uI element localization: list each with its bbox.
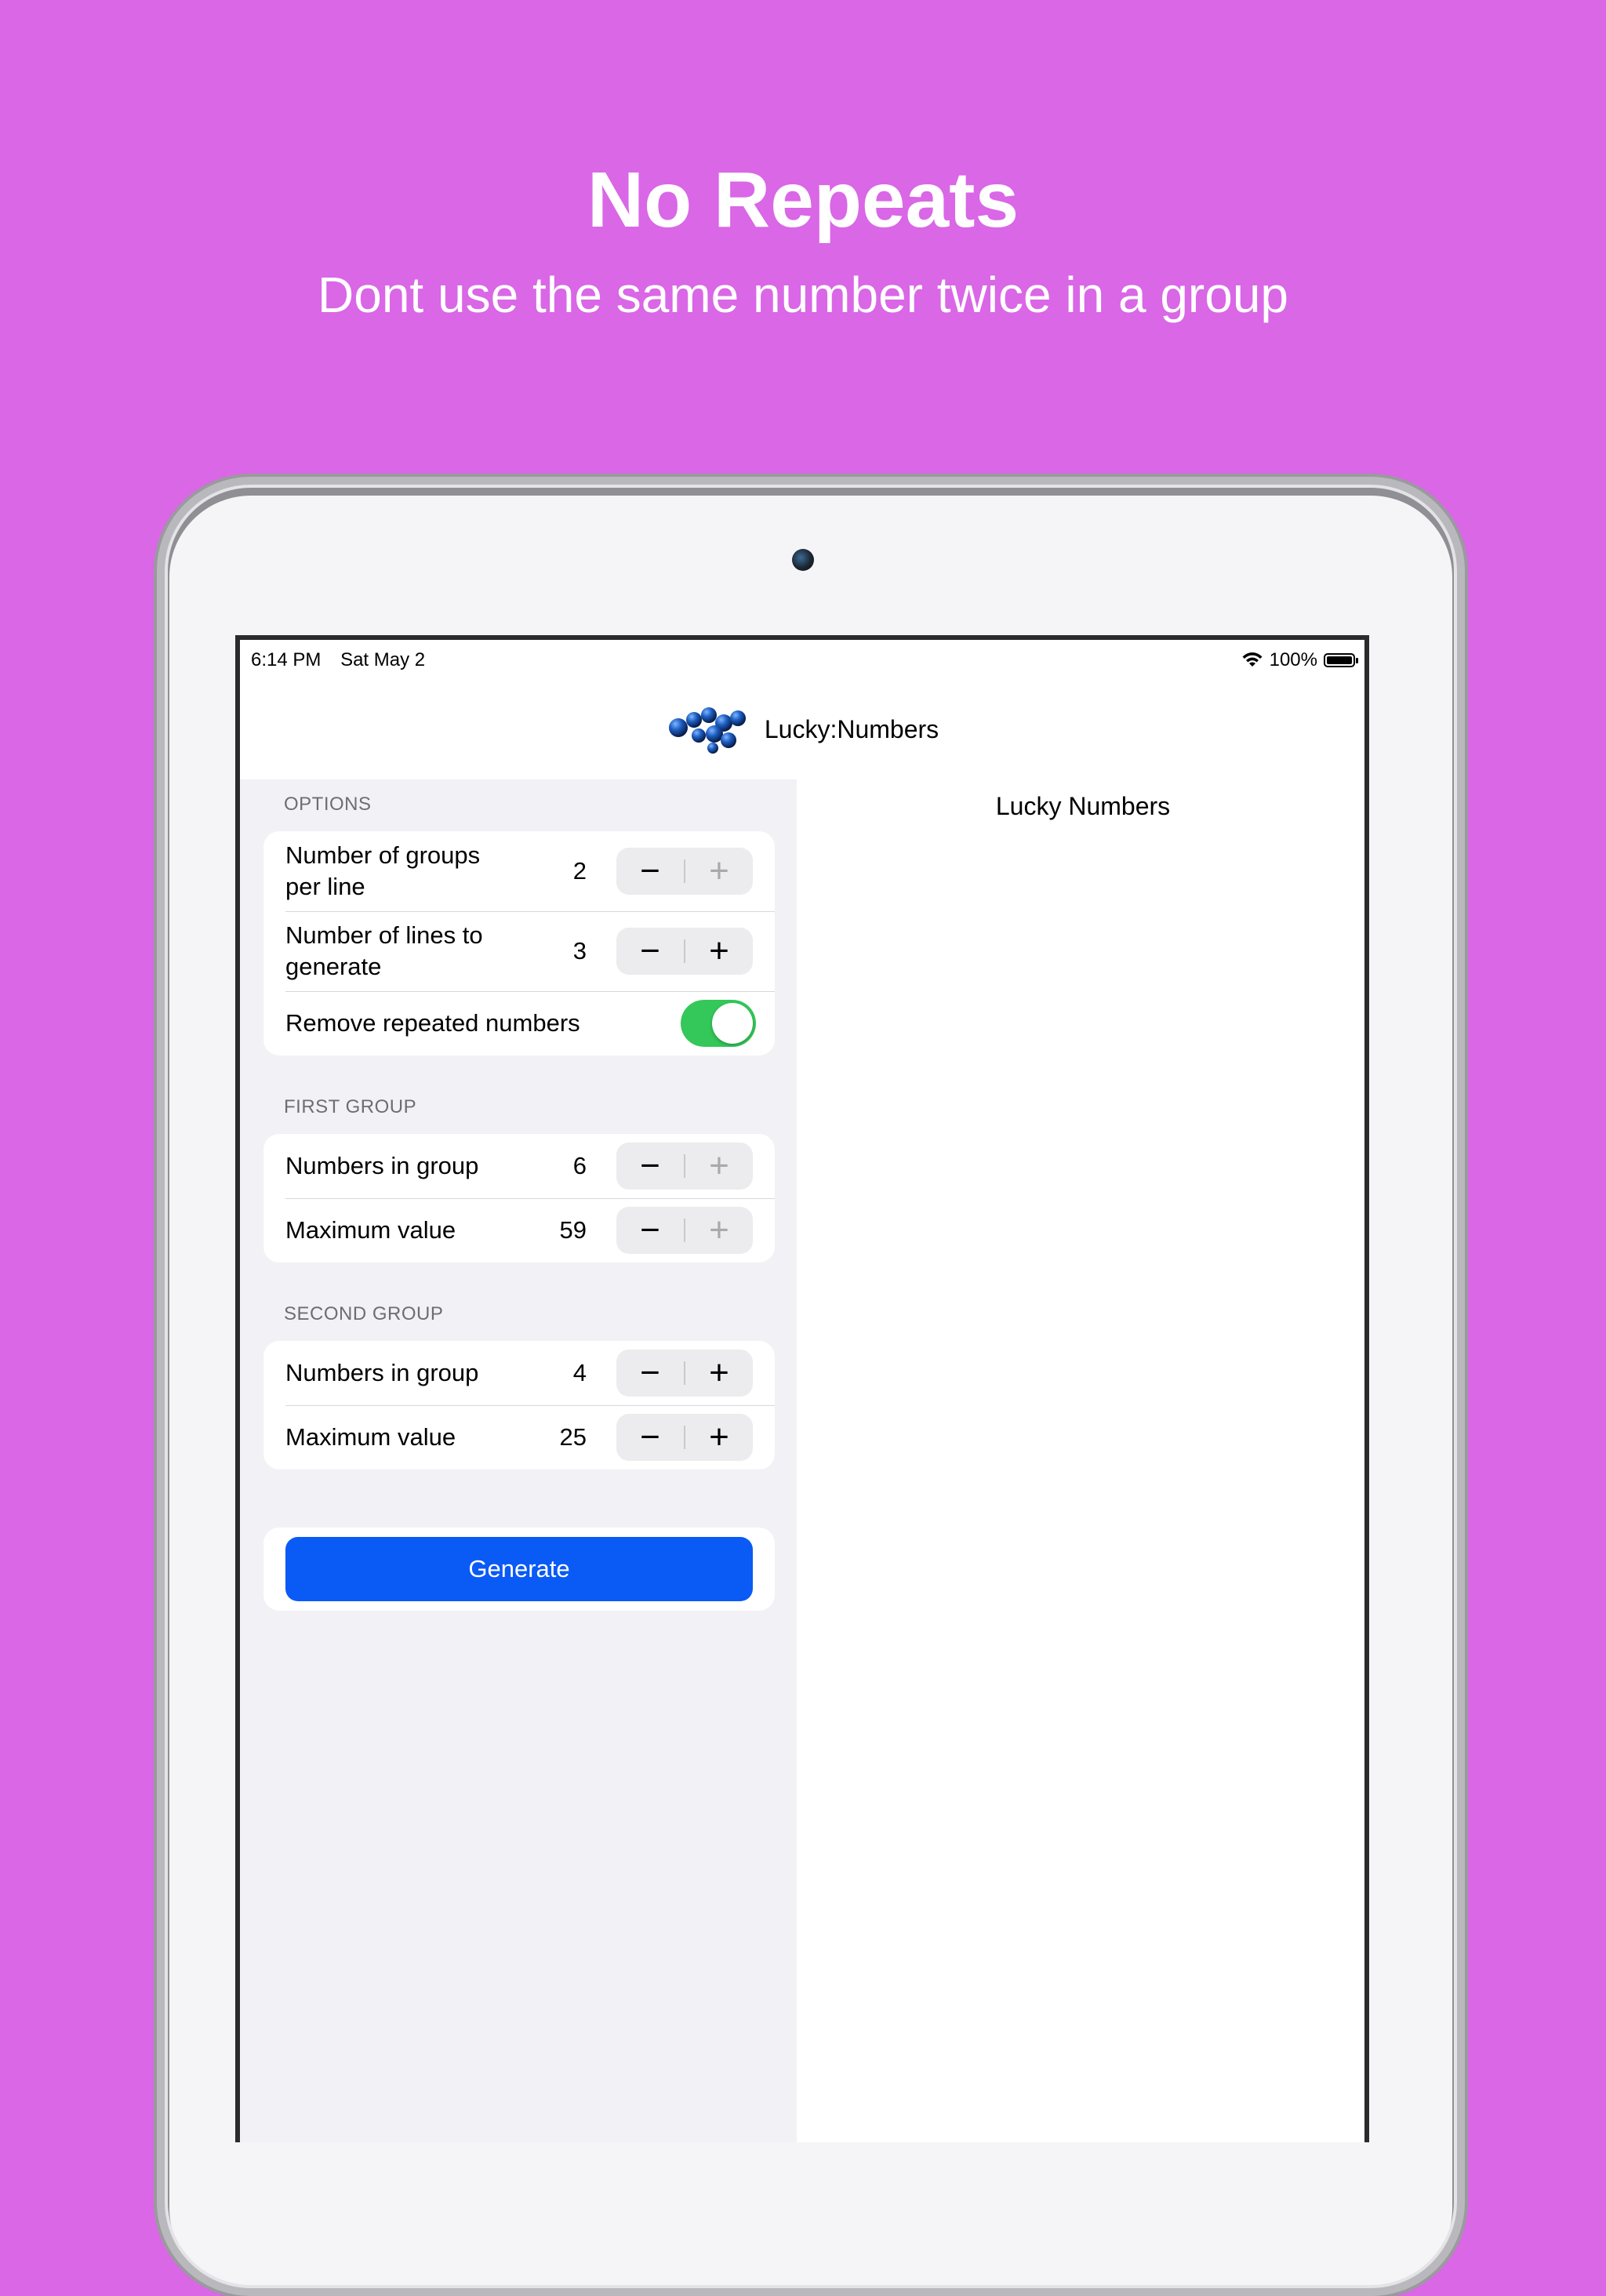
first-numbers-in-group-value: 6 [572, 1152, 587, 1179]
increment-button[interactable]: + [685, 1350, 753, 1397]
first-maximum-value-stepper[interactable]: − + [616, 1207, 753, 1254]
second-numbers-in-group-label: Numbers in group [285, 1359, 479, 1386]
first-group-card: Numbers in group 6 − + Maximum value 59 … [263, 1134, 775, 1262]
promo-headline: No Repeats [587, 156, 1019, 244]
first-numbers-in-group-label: Numbers in group [285, 1152, 479, 1179]
battery-percent: 100% [1269, 649, 1317, 670]
battery-icon [1324, 653, 1358, 667]
generate-card: Generate [263, 1528, 775, 1611]
lines-to-generate-label: Number of lines to generate [285, 921, 483, 980]
settings-pane: OPTIONS Number of groups per line 2 − + … [240, 779, 797, 2142]
first-maximum-value-value: 59 [559, 1216, 587, 1244]
wifi-icon [1242, 652, 1263, 667]
promo-subline: Dont use the same number twice in a grou… [318, 267, 1288, 323]
lines-to-generate-stepper[interactable]: − + [616, 928, 753, 975]
decrement-button[interactable]: − [616, 848, 684, 895]
second-maximum-value-row: Maximum value 25 − + [263, 1405, 775, 1470]
second-maximum-value-stepper[interactable]: − + [616, 1414, 753, 1461]
second-numbers-in-group-row: Numbers in group 4 − + [263, 1341, 775, 1405]
increment-button[interactable]: + [685, 848, 753, 895]
groups-per-line-label: Number of groups per line [285, 841, 481, 900]
first-group-header: FIRST GROUP [284, 1096, 417, 1117]
decrement-button[interactable]: − [616, 928, 684, 975]
options-header: OPTIONS [284, 794, 372, 815]
status-bar: 6:14 PM Sat May 2 100% [240, 640, 1364, 674]
navigation-bar: Lucky:Numbers [240, 674, 1364, 784]
decrement-button[interactable]: − [616, 1207, 684, 1254]
second-group-card: Numbers in group 4 − + Maximum value 25 … [263, 1341, 775, 1470]
results-pane: Lucky Numbers [797, 779, 1364, 2142]
app-title: Lucky:Numbers [764, 714, 939, 743]
remove-repeats-label: Remove repeated numbers [285, 1009, 580, 1037]
groups-per-line-stepper[interactable]: − + [616, 848, 753, 895]
app-screen: 6:14 PM Sat May 2 100% Lucky:Numbers OPT… [235, 635, 1369, 2142]
first-numbers-in-group-stepper[interactable]: − + [616, 1143, 753, 1190]
toggle-knob [712, 1003, 753, 1044]
decrement-button[interactable]: − [616, 1350, 684, 1397]
second-group-header: SECOND GROUP [284, 1303, 444, 1324]
lines-to-generate-row: Number of lines to generate 3 − + [263, 911, 775, 991]
remove-repeats-row: Remove repeated numbers [263, 991, 775, 1055]
groups-per-line-value: 2 [572, 857, 587, 885]
status-date: Sat May 2 [340, 649, 426, 670]
second-maximum-value-value: 25 [559, 1423, 587, 1451]
remove-repeats-toggle[interactable] [681, 1000, 756, 1047]
lottery-balls-icon [668, 707, 746, 754]
lines-to-generate-value: 3 [572, 937, 587, 965]
increment-button[interactable]: + [685, 1207, 753, 1254]
increment-button[interactable]: + [685, 1414, 753, 1461]
decrement-button[interactable]: − [616, 1414, 684, 1461]
first-maximum-value-row: Maximum value 59 − + [263, 1198, 775, 1262]
options-card: Number of groups per line 2 − + Number o… [263, 831, 775, 1055]
first-numbers-in-group-row: Numbers in group 6 − + [263, 1134, 775, 1198]
camera-icon [792, 549, 814, 571]
second-maximum-value-label: Maximum value [285, 1423, 456, 1451]
first-maximum-value-label: Maximum value [285, 1216, 456, 1244]
second-numbers-in-group-value: 4 [572, 1359, 587, 1386]
decrement-button[interactable]: − [616, 1143, 684, 1190]
generate-button[interactable]: Generate [285, 1537, 753, 1601]
results-title: Lucky Numbers [995, 792, 1171, 820]
increment-button[interactable]: + [685, 928, 753, 975]
groups-per-line-row: Number of groups per line 2 − + [263, 831, 775, 911]
second-numbers-in-group-stepper[interactable]: − + [616, 1350, 753, 1397]
status-time: 6:14 PM [251, 649, 322, 670]
increment-button[interactable]: + [685, 1143, 753, 1190]
